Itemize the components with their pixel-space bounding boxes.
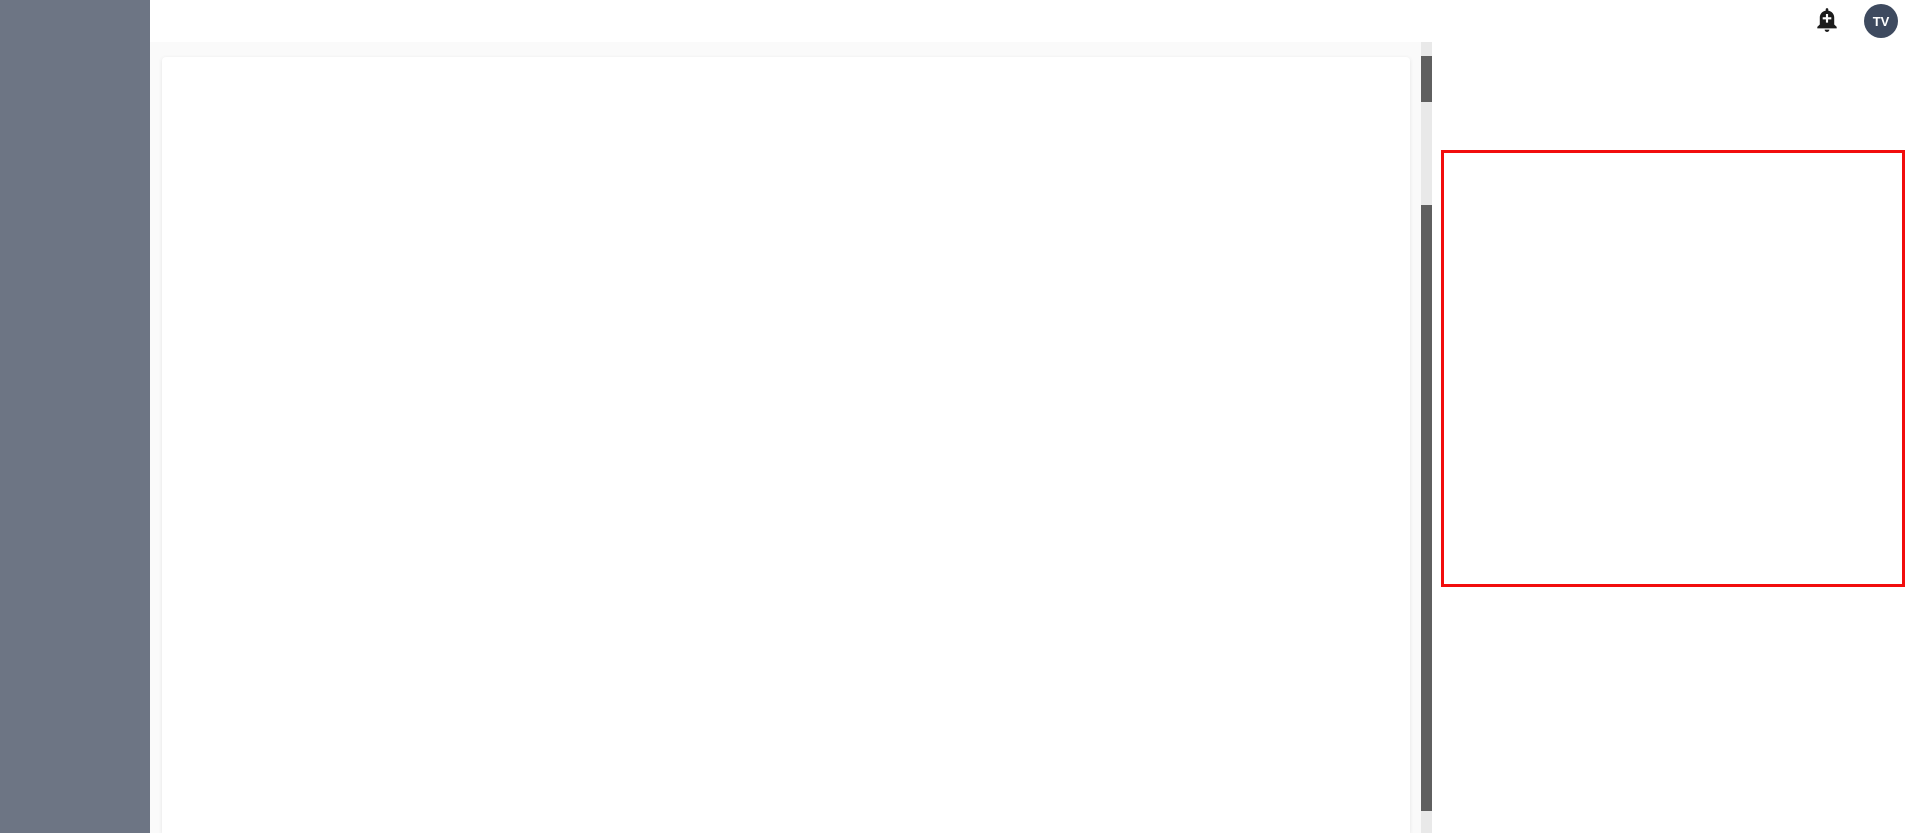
scrollbar-thumb[interactable] — [1421, 56, 1432, 102]
avatar[interactable]: TV — [1864, 4, 1898, 38]
main-panel — [162, 57, 1410, 833]
avatar-initials: TV — [1873, 14, 1890, 29]
notification-bell-icon[interactable] — [1814, 7, 1840, 35]
sftp-config-drawer — [1432, 42, 1907, 833]
sidebar — [0, 0, 150, 833]
top-bar — [150, 0, 1907, 42]
drawer-scrollbar-thumb[interactable] — [1421, 205, 1432, 811]
